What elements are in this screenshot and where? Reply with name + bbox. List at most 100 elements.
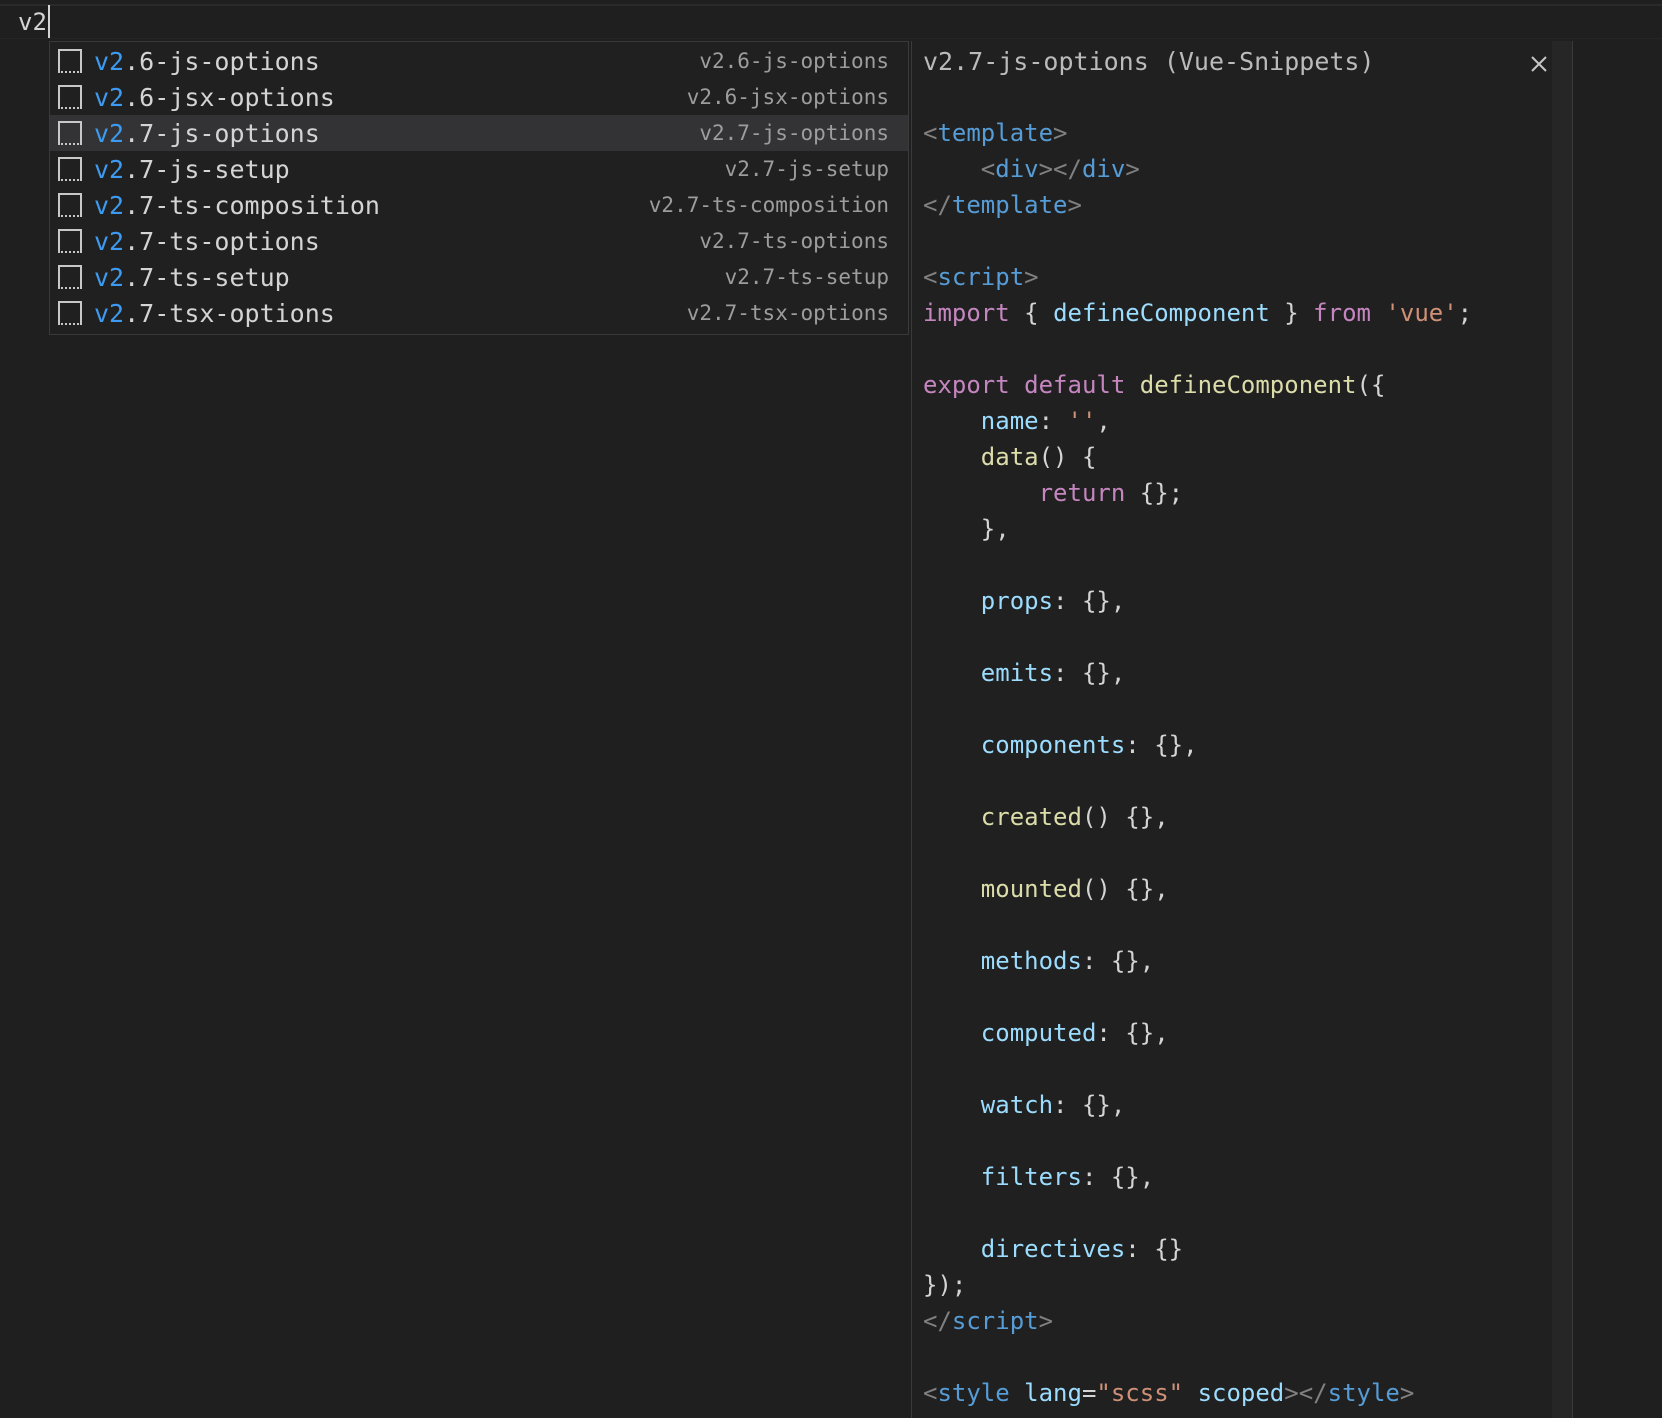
editor-top-border — [0, 4, 1662, 6]
editor-area[interactable]: v2 v2.6-js-options v2.6-js-options v2.6-js… — [0, 0, 1662, 1418]
code-line: </template> — [923, 187, 1472, 223]
suggestion-item[interactable]: v2.7-ts-composition v2.7-ts-composition — [50, 187, 908, 223]
snippet-icon — [58, 193, 82, 217]
snippet-icon — [58, 229, 82, 253]
code-token: : {}, — [1096, 1019, 1169, 1047]
code-token: : {}, — [1053, 1091, 1126, 1119]
code-token: 'vue' — [1385, 299, 1458, 327]
code-token: > — [1038, 1307, 1054, 1335]
suggestion-match-highlight: v2 — [94, 226, 125, 256]
snippet-icon — [58, 85, 82, 109]
code-line: mounted() {}, — [923, 871, 1472, 907]
code-line: export default defineComponent({ — [923, 367, 1472, 403]
code-token: = — [1081, 1379, 1097, 1407]
code-token: computed — [980, 1019, 1097, 1047]
code-token: filters — [980, 1163, 1082, 1191]
suggestion-label-rest: .6-jsx-options — [124, 82, 335, 112]
code-token: < — [923, 263, 938, 291]
editor-current-line[interactable]: v2 — [18, 4, 50, 40]
code-token: ({ — [1356, 371, 1386, 399]
suggestion-item[interactable]: v2.7-js-setup v2.7-js-setup — [50, 151, 908, 187]
suggestion-item[interactable]: v2.6-jsx-options v2.6-jsx-options — [50, 79, 908, 115]
code-token: watch — [980, 1091, 1054, 1119]
suggest-details-panel: v2.7-js-options (Vue-Snippets) <template… — [911, 41, 1573, 1418]
code-token: methods — [980, 947, 1082, 975]
code-token: </ — [923, 191, 952, 219]
code-token: < — [923, 1379, 938, 1407]
suggestion-label: v2.7-ts-composition — [94, 191, 380, 220]
code-token: } — [1269, 299, 1314, 327]
code-line: }); — [923, 1267, 1472, 1303]
close-icon[interactable] — [1528, 53, 1550, 75]
code-line: filters: {}, — [923, 1159, 1472, 1195]
suggestion-detail: v2.6-js-options — [699, 49, 889, 73]
suggestion-item[interactable]: v2.7-ts-setup v2.7-ts-setup — [50, 259, 908, 295]
suggestion-detail: v2.6-jsx-options — [686, 85, 889, 109]
snippet-code-preview: <template> <div></div> </template> <scrip… — [923, 115, 1472, 1411]
suggestion-label-rest: .7-ts-options — [124, 226, 320, 256]
code-token: directives — [980, 1235, 1126, 1263]
suggestion-item[interactable]: v2.7-tsx-options v2.7-tsx-options — [50, 295, 908, 331]
code-token: > — [1053, 119, 1068, 147]
suggestion-match-highlight: v2 — [94, 154, 125, 184]
code-token: "scss" — [1096, 1379, 1184, 1407]
code-line: <div></div> — [923, 151, 1472, 187]
suggestion-match-highlight: v2 — [94, 262, 125, 292]
code-token: , — [1096, 407, 1111, 435]
suggestion-match-highlight: v2 — [94, 82, 125, 112]
code-token: import — [923, 299, 1010, 327]
code-token: ></ — [1038, 155, 1082, 183]
code-line: directives: {} — [923, 1231, 1472, 1267]
suggestion-item[interactable]: v2.6-js-options v2.6-js-options — [50, 43, 908, 79]
text-cursor — [47, 5, 50, 39]
code-token: : — [1038, 407, 1068, 435]
code-token: : {}, — [1125, 731, 1198, 759]
code-token: }); — [923, 1271, 967, 1299]
code-token: components — [980, 731, 1126, 759]
code-token: props — [980, 587, 1054, 615]
code-token: return — [1038, 479, 1126, 507]
code-token: : {}, — [1053, 587, 1126, 615]
suggestion-label-rest: .7-js-setup — [124, 154, 290, 184]
code-token: div — [1081, 155, 1126, 183]
suggestion-detail: v2.7-ts-composition — [648, 193, 889, 217]
code-token: < — [923, 119, 938, 147]
code-token: style — [1327, 1379, 1400, 1407]
suggest-widget[interactable]: v2.6-js-options v2.6-js-options v2.6-jsx-o… — [49, 41, 909, 335]
code-line: }, — [923, 511, 1472, 547]
suggestion-item[interactable]: v2.7-ts-options v2.7-ts-options — [50, 223, 908, 259]
code-token: scoped — [1197, 1379, 1285, 1407]
suggestion-item[interactable]: v2.7-js-options v2.7-js-options — [50, 115, 908, 151]
code-line: data() { — [923, 439, 1472, 475]
suggestion-label: v2.6-js-options — [94, 47, 320, 76]
code-line: watch: {}, — [923, 1087, 1472, 1123]
details-scrollbar[interactable] — [1552, 41, 1572, 1418]
code-token: emits — [980, 659, 1054, 687]
suggestion-detail: v2.7-tsx-options — [686, 301, 889, 325]
code-token: : {} — [1125, 1235, 1184, 1263]
code-token: default — [1024, 371, 1126, 399]
code-token: defineComponent — [1139, 371, 1357, 399]
code-token: mounted — [980, 875, 1082, 903]
code-token: '' — [1067, 407, 1097, 435]
code-token: div — [995, 155, 1039, 183]
